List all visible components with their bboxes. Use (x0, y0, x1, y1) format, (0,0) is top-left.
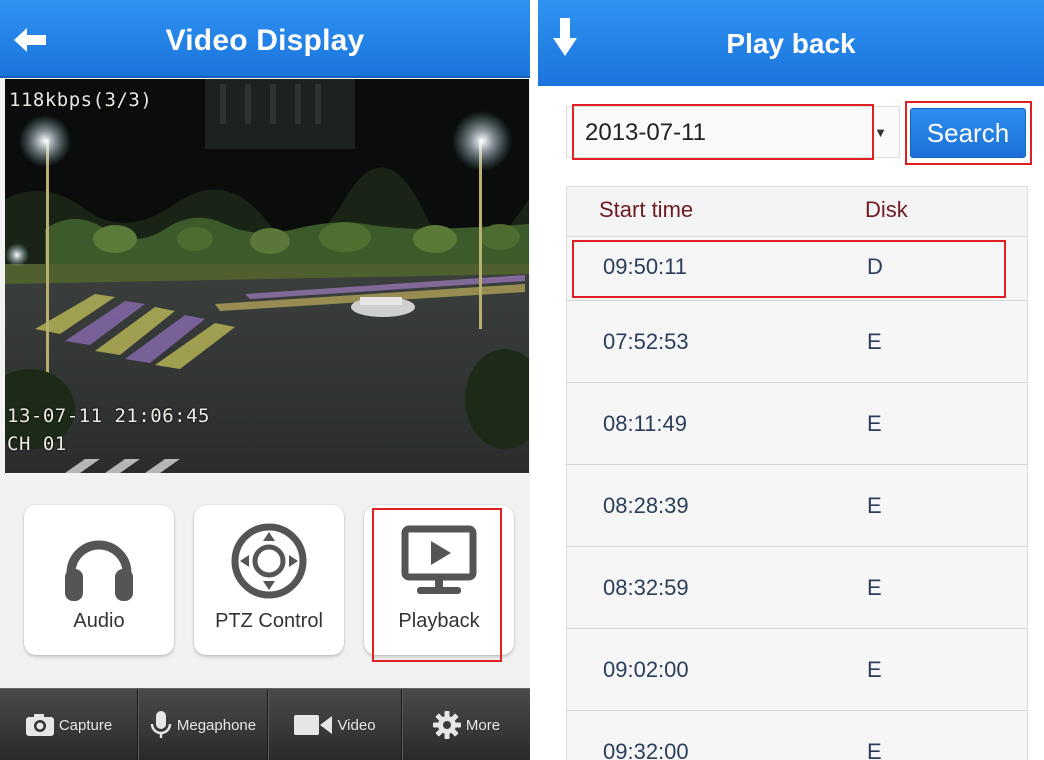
more-button[interactable]: More (401, 689, 530, 760)
capture-label: Capture (58, 716, 113, 734)
headphones-icon (65, 540, 133, 601)
osd-channel: CH 01 (7, 433, 67, 455)
row-disk: E (867, 575, 882, 600)
ptz-control-button[interactable]: PTZ Control (194, 505, 344, 655)
video-display-navbar: Video Display (0, 0, 530, 78)
row-disk: E (867, 329, 882, 354)
playback-navbar: Play back (538, 0, 1044, 86)
ptz-control-label: PTZ Control (215, 610, 323, 632)
video-display-screen: Video Display 118kbps(3/3) 13-07-11 21:0… (0, 0, 530, 760)
video-camera-icon (294, 715, 333, 735)
audio-button[interactable]: Audio (24, 505, 174, 655)
microphone-icon (150, 711, 172, 738)
table-row[interactable]: 09:50:11 D (567, 237, 1027, 301)
table-row[interactable]: 07:52:53 E (567, 301, 1027, 383)
row-start-time: 09:02:00 (603, 657, 689, 682)
table-header: Start time Disk (567, 187, 1027, 237)
row-start-time: 09:50:11 (603, 254, 688, 279)
recordings-table: Start time Disk 09:50:11 D 07:52:53 E 08… (566, 186, 1028, 760)
audio-label: Audio (73, 610, 125, 632)
search-button[interactable]: Search (910, 108, 1026, 158)
caret-down-icon: ▼ (874, 125, 887, 140)
monitor-play-icon (401, 525, 477, 594)
page-title: Video Display (165, 24, 365, 57)
bottom-toolbar: Capture Megaphone Video More (0, 688, 530, 760)
table-row[interactable]: 08:28:39 E (567, 465, 1027, 547)
video-button[interactable]: Video (267, 689, 401, 760)
live-video-feed[interactable]: 118kbps(3/3) 13-07-11 21:06:45 CH 01 (5, 79, 529, 473)
row-start-time: 08:32:59 (603, 575, 689, 600)
column-header-disk: Disk (865, 197, 908, 222)
row-start-time: 09:32:00 (603, 739, 689, 760)
megaphone-button[interactable]: Megaphone (137, 689, 267, 760)
camera-icon (25, 714, 54, 736)
gear-icon (432, 711, 461, 739)
table-row[interactable]: 08:11:49 E (567, 383, 1027, 465)
row-start-time: 08:28:39 (603, 493, 689, 518)
column-header-start-time: Start time (599, 197, 694, 222)
osd-bitrate: 118kbps(3/3) (9, 89, 153, 111)
playback-button[interactable]: Playback (364, 505, 514, 655)
playback-label: Playback (398, 610, 480, 632)
row-start-time: 08:11:49 (603, 411, 688, 436)
row-disk: E (867, 493, 882, 518)
ptz-joystick-icon (231, 523, 307, 599)
row-disk: E (867, 657, 882, 682)
page-title: Play back (726, 28, 856, 59)
row-disk: E (867, 411, 882, 436)
megaphone-label: Megaphone (176, 716, 257, 734)
table-row[interactable]: 09:02:00 E (567, 629, 1027, 711)
more-label: More (465, 716, 501, 734)
playback-screen: Play back 2013-07-11 ▼ Search Start time… (538, 0, 1044, 760)
date-value: 2013-07-11 (585, 119, 706, 146)
table-row[interactable]: 09:32:00 E (567, 711, 1027, 760)
video-label: Video (337, 716, 376, 734)
date-select[interactable]: 2013-07-11 ▼ (566, 106, 900, 158)
screen-divider (530, 0, 538, 760)
function-buttons-area: Audio PTZ Control Playback (0, 475, 530, 688)
capture-button[interactable]: Capture (0, 689, 137, 760)
row-disk: D (867, 254, 883, 279)
table-row[interactable]: 08:32:59 E (567, 547, 1027, 629)
row-start-time: 07:52:53 (603, 329, 689, 354)
row-disk: E (867, 739, 882, 760)
osd-timestamp: 13-07-11 21:06:45 (7, 405, 210, 427)
